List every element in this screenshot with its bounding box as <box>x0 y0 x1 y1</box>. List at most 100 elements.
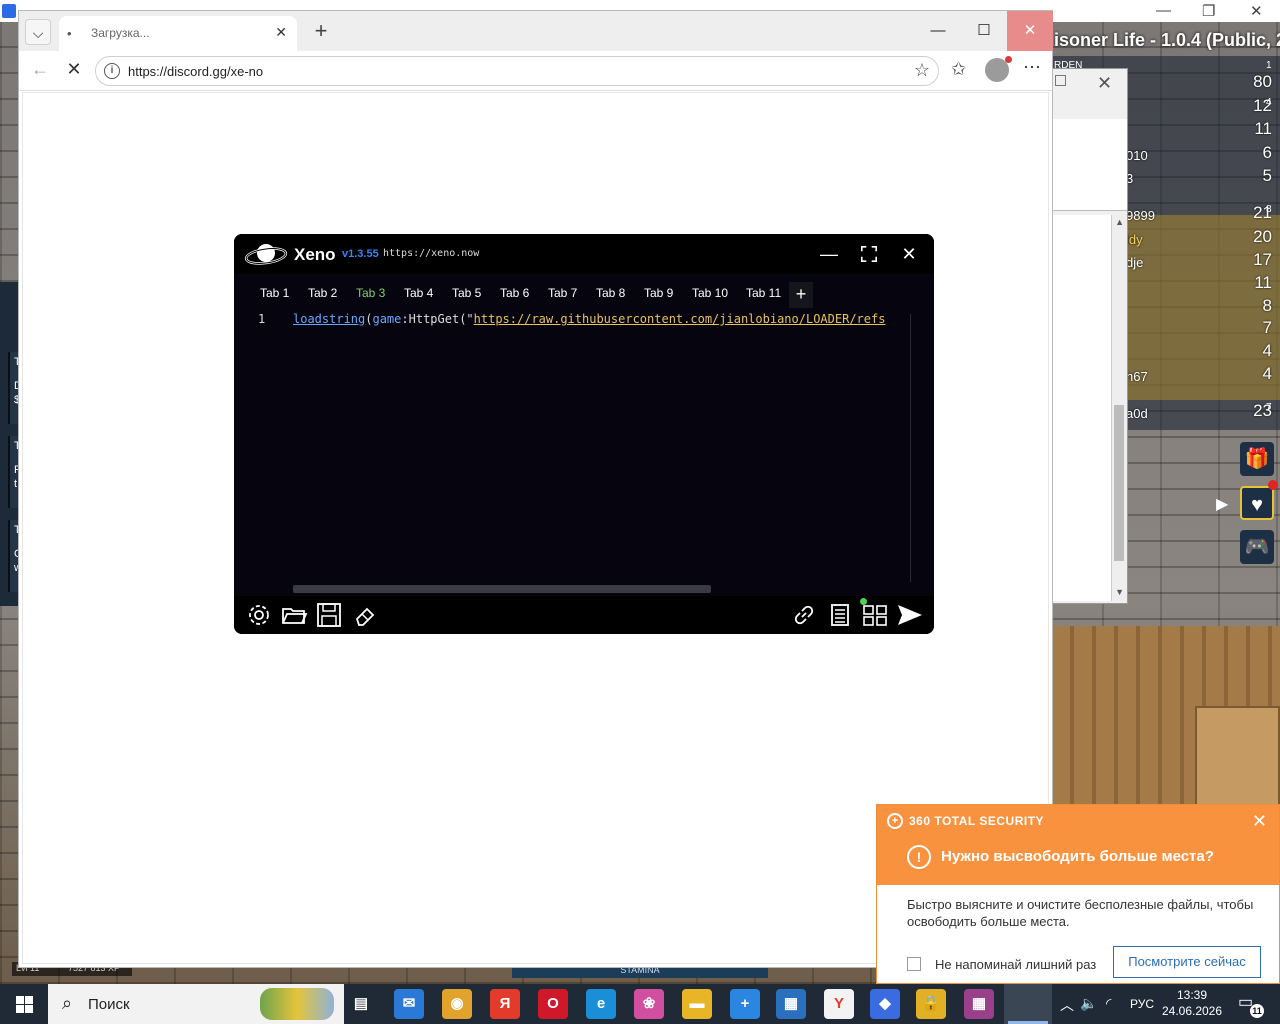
tray-expand-icon[interactable]: ︿ <box>1060 995 1074 1015</box>
sway-taskbar-icon[interactable]: ▦ <box>776 989 806 1019</box>
task-view-taskbar-icon[interactable]: ▤ <box>346 989 376 1019</box>
player-name: dje <box>1126 255 1144 270</box>
script-list-icon[interactable] <box>826 601 854 629</box>
player-score: 11 <box>1254 273 1272 292</box>
input-language[interactable]: РУС <box>1130 997 1154 1011</box>
tab-close-icon[interactable]: ✕ <box>275 24 287 41</box>
notification-brand: 360 TOTAL SECURITY <box>909 814 1045 828</box>
xeno-tab[interactable]: Tab 9 <box>644 286 673 300</box>
network-icon[interactable]: ◜ <box>1106 995 1111 1012</box>
dont-remind-checkbox[interactable] <box>907 957 921 971</box>
player-score: 80 <box>1253 72 1272 91</box>
yandex-taskbar-icon[interactable]: Я <box>490 989 520 1019</box>
favorite-star-icon[interactable]: ☆ <box>914 60 930 81</box>
code-line[interactable]: loadstring(game:HttpGet("https://raw.git… <box>293 312 925 326</box>
client-attached-dot <box>860 598 867 605</box>
gallery-taskbar-icon[interactable]: ❀ <box>634 989 664 1019</box>
xeno-tab[interactable]: Tab 2 <box>308 286 337 300</box>
explorer-taskbar-icon[interactable]: ▬ <box>682 989 712 1019</box>
site-info-icon[interactable]: i <box>104 63 120 79</box>
execute-send-icon[interactable] <box>896 601 924 629</box>
code-token-object: game <box>372 312 402 326</box>
dialog-scrollbar-thumb[interactable] <box>1114 405 1124 561</box>
xeno-tab[interactable]: Tab 5 <box>452 286 481 300</box>
favorites-button[interactable]: ✩ <box>951 59 966 80</box>
xeno-tab[interactable]: Tab 3 <box>356 286 385 300</box>
profile-avatar[interactable] <box>985 56 1012 82</box>
xeno-tab[interactable]: Tab 10 <box>692 286 728 300</box>
play-arrow-icon[interactable]: ▶ <box>1216 494 1228 514</box>
settings-gear-icon[interactable] <box>245 601 273 629</box>
eraser-icon[interactable] <box>351 601 379 629</box>
editor-horizontal-scrollbar[interactable] <box>293 585 711 593</box>
notification-count: 11 <box>1250 1004 1264 1018</box>
editor-vertical-scrollbar[interactable] <box>910 314 911 582</box>
winrar-taskbar-icon[interactable]: ▦ <box>964 989 994 1019</box>
clock-time: 13:39 <box>1176 988 1208 1002</box>
gift-icon[interactable]: 🎁 <box>1240 442 1274 476</box>
minimize-button[interactable]: — <box>915 11 961 51</box>
xeno-site-link[interactable]: https://xeno.now <box>383 248 479 259</box>
heart-shop-icon[interactable]: ♥ <box>1240 486 1274 520</box>
tab-title: Загрузка... <box>91 26 150 40</box>
scroll-up-icon[interactable]: ▲ <box>1115 217 1124 227</box>
tab-favicon-icon: • <box>67 26 72 41</box>
xeno-tab[interactable]: Tab 6 <box>500 286 529 300</box>
xeno-close-button[interactable]: ✕ <box>896 242 922 266</box>
team-count: 8 <box>1266 204 1272 215</box>
scroll-down-icon[interactable]: ▼ <box>1115 587 1124 597</box>
roblox-taskbar-icon[interactable]: ◆ <box>870 989 900 1019</box>
active-app-highlight <box>1004 984 1052 1024</box>
tab-actions-button[interactable]: ⌵ <box>25 19 51 45</box>
mail-taskbar-icon[interactable]: ✉ <box>394 989 424 1019</box>
back-button[interactable]: ← <box>27 59 53 80</box>
xeno-fullscreen-button[interactable] <box>856 242 882 266</box>
more-menu-icon[interactable]: ⋯ <box>1023 57 1042 78</box>
maximize-button[interactable]: ☐ <box>961 11 1007 51</box>
xeno-titlebar[interactable]: Xeno v1.3.55 https://xeno.now — ✕ <box>234 234 934 274</box>
xeno-tab[interactable]: Tab 7 <box>548 286 577 300</box>
open-folder-icon[interactable] <box>280 601 308 629</box>
opera-taskbar-icon[interactable]: O <box>538 989 568 1019</box>
close-button[interactable]: ✕ <box>1007 11 1053 51</box>
dont-remind-label[interactable]: Не напоминай лишний раз <box>935 957 1096 972</box>
game-side-panel: T D $ T P t T G w <box>0 282 23 606</box>
close-icon[interactable]: ✕ <box>1097 73 1112 94</box>
address-bar[interactable]: i https://discord.gg/xe-no ☆ <box>95 56 939 86</box>
volume-icon[interactable]: 🔈 <box>1080 995 1097 1012</box>
save-icon[interactable] <box>315 601 343 629</box>
view-now-button[interactable]: Посмотрите сейчас <box>1113 946 1261 978</box>
xeno-tab[interactable]: Tab 11 <box>746 286 781 300</box>
browser-tab[interactable]: • Загрузка... ✕ <box>59 16 297 51</box>
notification-close-icon[interactable]: ✕ <box>1252 811 1267 832</box>
windows-start-icon[interactable] <box>0 984 48 1024</box>
360-taskbar-icon[interactable]: + <box>730 989 760 1019</box>
game-restore-button[interactable]: ❐ <box>1202 2 1215 20</box>
xeno-tab[interactable]: Tab 1 <box>260 286 289 300</box>
xeno-add-tab-button[interactable]: + <box>789 282 813 308</box>
system-clock[interactable]: 13:39 24.06.2026 <box>1160 987 1224 1019</box>
plus-shield-icon: + <box>887 813 903 829</box>
security-notification: + 360 TOTAL SECURITY ✕ ! Нужно высвободи… <box>876 804 1280 984</box>
yandex-browser-taskbar-icon[interactable]: Y <box>824 989 854 1019</box>
stop-loading-button[interactable]: ✕ <box>61 59 87 80</box>
attach-link-icon[interactable] <box>790 601 818 629</box>
edge-taskbar-icon[interactable]: e <box>586 989 616 1019</box>
gamepad-icon[interactable]: 🎮 <box>1240 530 1274 564</box>
chrome-taskbar-icon[interactable]: ◉ <box>442 989 472 1019</box>
url-text[interactable]: https://discord.gg/xe-no <box>128 64 263 79</box>
new-tab-button[interactable]: + <box>309 19 333 43</box>
code-editor[interactable]: 1 loadstring(game:HttpGet("https://raw.g… <box>234 308 934 588</box>
player-score: 7 <box>1262 318 1272 337</box>
background-dialog: ✕ ▲ ▼ <box>1040 68 1128 604</box>
xeno-tab[interactable]: Tab 4 <box>404 286 433 300</box>
xeno-minimize-button[interactable]: — <box>816 242 842 266</box>
taskbar-search[interactable]: ⌕ Поиск <box>48 984 344 1024</box>
game-close-button[interactable]: ✕ <box>1250 2 1263 20</box>
xeno-tab[interactable]: Tab 8 <box>596 286 625 300</box>
game-minimize-button[interactable]: — <box>1156 2 1171 19</box>
team-count: 4 <box>1266 97 1272 108</box>
maximize-icon[interactable] <box>1055 75 1066 86</box>
clients-grid-icon[interactable] <box>861 601 889 629</box>
lock-taskbar-icon[interactable]: 🔒 <box>916 989 946 1019</box>
